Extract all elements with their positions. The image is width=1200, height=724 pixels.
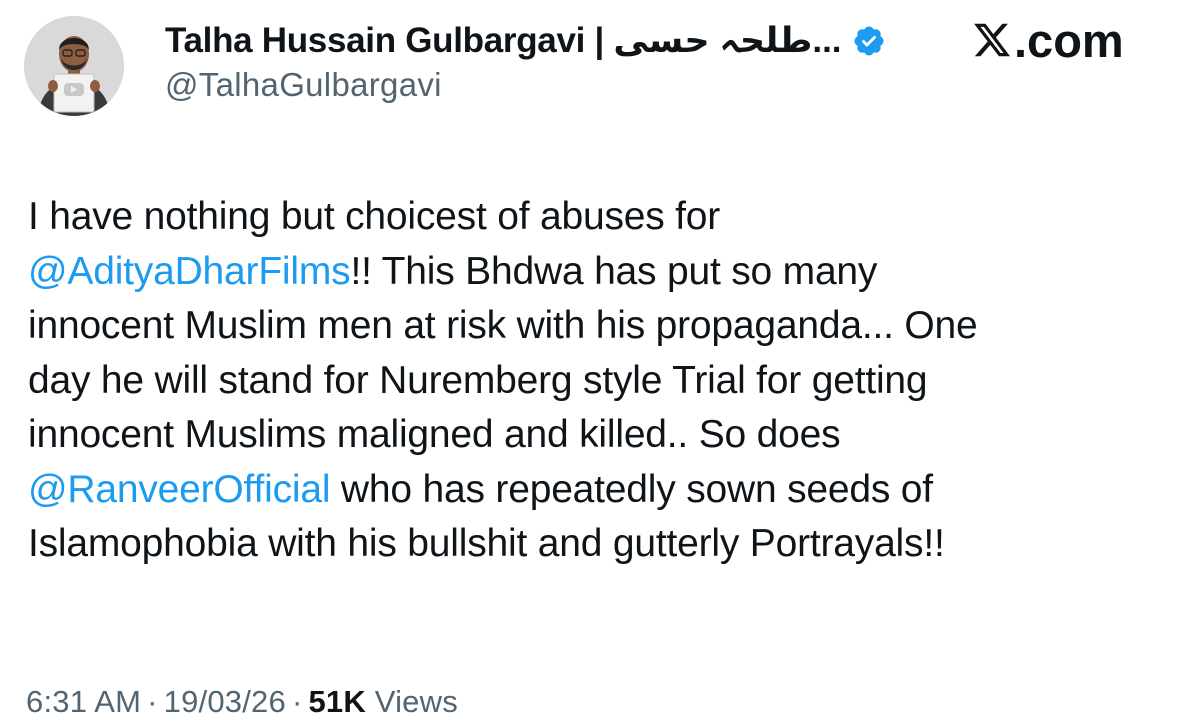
tweet-text-segment: innocent Muslims maligned and killed.. S… [28, 413, 841, 456]
views-count: 51K [308, 684, 366, 719]
tweet-text-segment: !! This Bhdwa has put so many [350, 249, 878, 293]
mention-link[interactable]: @RanveerOfficial [28, 468, 330, 511]
tweet-date[interactable]: 19/03/26 [164, 684, 286, 719]
separator-dot: · [147, 684, 158, 719]
avatar-photo-icon [24, 16, 124, 116]
tweet-text-segment: I have nothing but choicest of abuses fo… [28, 195, 721, 238]
author-name-row[interactable]: Talha Hussain Gulbargavi | طلحہ حسی... [165, 18, 886, 64]
tweet-text-line: I have nothing but choicest of abuses fo… [28, 190, 1178, 245]
x-logo-text: .com [1014, 13, 1124, 67]
mention-link[interactable]: @AdityaDharFilms [28, 250, 351, 293]
tweet-text-segment: Islamophobia with his bullshit and gutte… [28, 522, 945, 565]
verified-badge-icon [854, 26, 884, 56]
tweet-card: Talha Hussain Gulbargavi | طلحہ حسی... @… [0, 0, 1200, 724]
tweet-text-line: innocent Muslim men at risk with his pro… [28, 299, 1178, 354]
display-name[interactable]: Talha Hussain Gulbargavi | طلحہ حسی... [165, 21, 842, 61]
tweet-text-segment: innocent Muslim men at risk with his pro… [28, 304, 978, 347]
x-logo-icon [974, 23, 1011, 57]
tweet-text-line: Islamophobia with his bullshit and gutte… [28, 517, 1178, 572]
user-handle[interactable]: @TalhaGulbargavi [165, 66, 442, 104]
avatar[interactable] [24, 16, 124, 116]
tweet-text-line: @AdityaDharFilms!! This Bhdwa has put so… [28, 245, 1178, 300]
tweet-text-line: @RanveerOfficial who has repeatedly sown… [28, 463, 1178, 518]
separator-dot: · [291, 684, 303, 719]
tweet-time[interactable]: 6:31 AM [26, 684, 141, 719]
views-label: Views [374, 684, 458, 719]
x-com-logo: .com [972, 12, 1124, 68]
tweet-text-segment: who has repeatedly sown seeds of [330, 467, 933, 511]
tweet-text-line: day he will stand for Nuremberg style Tr… [28, 354, 1178, 409]
tweet-text: I have nothing but choicest of abuses fo… [28, 190, 1178, 572]
tweet-meta: 6:31 AM · 19/03/26 · 51K Views [26, 684, 458, 720]
tweet-text-line: innocent Muslims maligned and killed.. S… [28, 408, 1178, 463]
tweet-text-segment: day he will stand for Nuremberg style Tr… [28, 358, 928, 402]
